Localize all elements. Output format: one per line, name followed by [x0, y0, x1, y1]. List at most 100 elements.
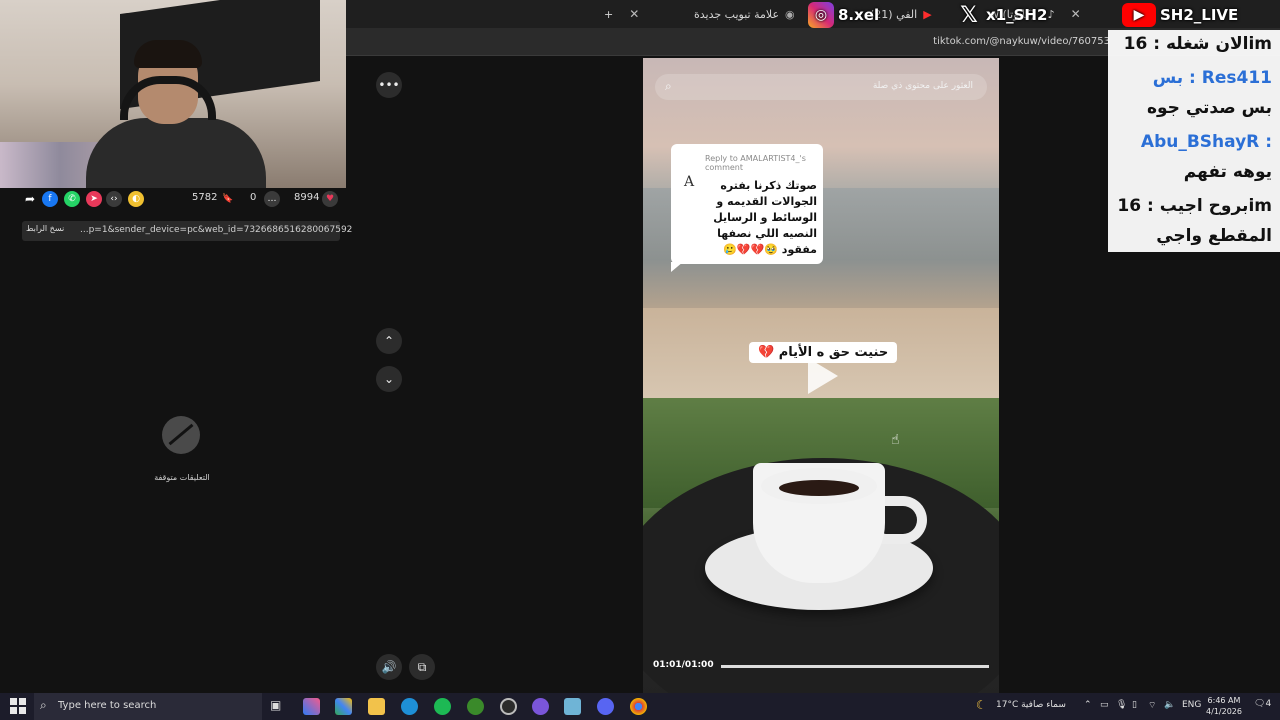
mouse-cursor-icon: ☝	[891, 432, 900, 448]
chevron-up-icon: ⌃	[383, 334, 395, 348]
windows-start-icon[interactable]	[10, 698, 26, 714]
webcam-streamer-body	[86, 118, 266, 188]
chevron-up-icon[interactable]: ⌃	[1084, 700, 1092, 710]
chat-message: بس صدتي جوه	[1146, 98, 1272, 118]
youtube-name: SH2_LIVE	[1160, 6, 1239, 24]
task-view-icon[interactable]: ▣	[270, 698, 287, 715]
x-name: x1_SH2	[986, 6, 1048, 24]
reply-header: Reply to AMALARTIST4_'s comment	[705, 154, 806, 172]
file-explorer-icon[interactable]	[368, 698, 385, 715]
play-store-icon[interactable]	[335, 698, 352, 715]
plus-icon: +	[604, 7, 614, 21]
reply-avatar: A	[683, 174, 695, 190]
video-time: 01:01/01:00	[653, 660, 714, 670]
tab-label: علامة تبويب جديدة	[694, 7, 780, 21]
comments-disabled-text: التعليقات متوقفة	[154, 473, 210, 482]
volume-button[interactable]: 🔊	[376, 654, 402, 680]
share-row: ➦ f ✆ ➤ ‹› ◐ 5782 🔖 0 … 8994 ♥	[0, 188, 346, 210]
youtube-icon: ▶	[923, 7, 932, 21]
copy-link-button[interactable]: نسخ الرابط	[26, 224, 64, 233]
video-progress-bar[interactable]	[721, 665, 989, 668]
chat-message: يوهه تفهم	[1183, 162, 1272, 182]
edge-icon[interactable]	[401, 698, 418, 715]
video-cup-handle	[879, 496, 927, 544]
battery-icon[interactable]: ▯	[1132, 700, 1137, 710]
share-url: ...p=1&sender_device=pc&web_id=732668651…	[80, 225, 353, 235]
chrome-icon[interactable]	[630, 698, 647, 715]
reply-comment-card: Reply to AMALARTIST4_'s comment A صوتك ذ…	[671, 144, 823, 272]
facebook-icon[interactable]: f	[42, 191, 58, 207]
taskbar-search[interactable]: ⌕ Type here to search	[34, 693, 262, 720]
notepad-icon[interactable]	[564, 698, 581, 715]
previous-video-button[interactable]: ⌃	[376, 328, 402, 354]
moon-icon: ☾	[976, 698, 987, 712]
clock-date: 4/1/2026	[1206, 707, 1242, 716]
pip-button[interactable]: ⧉	[409, 654, 435, 680]
chat-message: المقطع واجي	[1156, 226, 1272, 246]
screen: +✕ علامة تبويب جديدة◉✕ (21) الفي▶ w (كاي…	[0, 0, 1280, 720]
url-text: tiktok.com/@naykuw/video/760753	[933, 36, 1110, 47]
reply-comment-text: صوتك ذكرنا بفتره الجوالات القديمه و الوس…	[713, 179, 817, 256]
system-clock[interactable]: 6:46 AM 4/1/2026	[1202, 695, 1246, 717]
video-player[interactable]: ⌕ العثور على محتوى ذي صلة Reply to AMALA…	[643, 58, 999, 693]
instagram-handle: ◎ 8.xel	[808, 0, 879, 30]
more-options-button[interactable]: •••	[376, 72, 402, 98]
coin-icon[interactable]: ◐	[128, 191, 144, 207]
save-count: 0	[250, 192, 257, 203]
close-icon[interactable]: ✕	[629, 7, 639, 21]
comments-disabled-icon	[162, 416, 200, 454]
comment-count: 8994	[294, 192, 320, 203]
wifi-icon[interactable]: ⌔	[1148, 700, 1156, 711]
play-icon[interactable]	[808, 358, 838, 394]
chat-message: Abu_BShayR :	[1140, 132, 1272, 152]
send-icon[interactable]: ➤	[86, 191, 102, 207]
obs-icon[interactable]	[500, 698, 517, 715]
chat-message: بروح اجيب : 16im	[1117, 196, 1272, 216]
instagram-name: 8.xel	[838, 6, 880, 24]
windows-taskbar: ⌕ Type here to search ▣ ☾ 17°C سماء صافي…	[0, 693, 1280, 720]
copilot-icon[interactable]	[303, 698, 320, 715]
instagram-icon: ◎	[808, 2, 834, 28]
microphone-icon[interactable]: 🎙	[1116, 700, 1127, 710]
language-indicator[interactable]: ENG	[1182, 700, 1201, 710]
discord-icon[interactable]	[597, 698, 614, 715]
next-video-button[interactable]: ⌄	[376, 366, 402, 392]
close-icon[interactable]: ✕	[1071, 7, 1081, 21]
video-coffee	[761, 468, 877, 504]
app-icon[interactable]	[532, 698, 549, 715]
picture-in-picture-icon: ⧉	[417, 659, 427, 674]
related-search-bar[interactable]: ⌕ العثور على محتوى ذي صلة	[655, 74, 987, 100]
copy-link-box: نسخ الرابط ...p=1&sender_device=pc&web_i…	[22, 221, 352, 241]
notification-icon[interactable]: 🗨4	[1254, 699, 1271, 709]
xbox-icon[interactable]	[467, 698, 484, 715]
notification-count: 4	[1265, 699, 1272, 709]
reply-card-tail	[671, 262, 683, 272]
related-search-placeholder: العثور على محتوى ذي صلة	[872, 81, 973, 91]
tab-youtube[interactable]: (21) الفي ▶	[870, 4, 932, 24]
whatsapp-icon[interactable]: ✆	[64, 191, 80, 207]
tab-new-tab[interactable]: علامة تبويب جديدة◉✕	[694, 4, 821, 24]
heart-icon[interactable]: ♥	[322, 191, 338, 207]
chrome-icon: ◉	[785, 7, 795, 21]
spotify-icon[interactable]	[434, 698, 451, 715]
chat-message: بس : Res411	[1152, 68, 1272, 88]
tiktok-icon: ♪	[1047, 7, 1055, 21]
comment-icon[interactable]: …	[264, 191, 280, 207]
chat-message: الان شغله : 16im	[1123, 34, 1272, 54]
bookmark-icon[interactable]: 🔖	[220, 191, 236, 207]
youtube-icon: ▶	[1122, 3, 1156, 27]
stream-chat: الان شغله : 16im بس : Res411 بس صدتي جوه…	[1108, 30, 1280, 252]
share-arrow-icon[interactable]: ➦	[22, 191, 38, 207]
speaker-icon: 🔊	[381, 660, 397, 674]
network-icon[interactable]: ▭	[1100, 700, 1109, 710]
embed-icon[interactable]: ‹›	[106, 191, 122, 207]
youtube-handle: ▶ SH2_LIVE	[1122, 0, 1238, 30]
speaker-icon[interactable]: 🔈	[1164, 700, 1175, 710]
new-tab-button[interactable]: + ✕	[604, 4, 639, 24]
more-icon: •••	[378, 78, 400, 92]
x-icon: 𝕏	[960, 2, 978, 28]
taskbar-search-placeholder: Type here to search	[58, 700, 157, 711]
clock-time: 6:46 AM	[1207, 696, 1241, 705]
webcam-feed	[0, 0, 346, 188]
weather-text[interactable]: 17°C سماء صافية	[996, 700, 1066, 710]
